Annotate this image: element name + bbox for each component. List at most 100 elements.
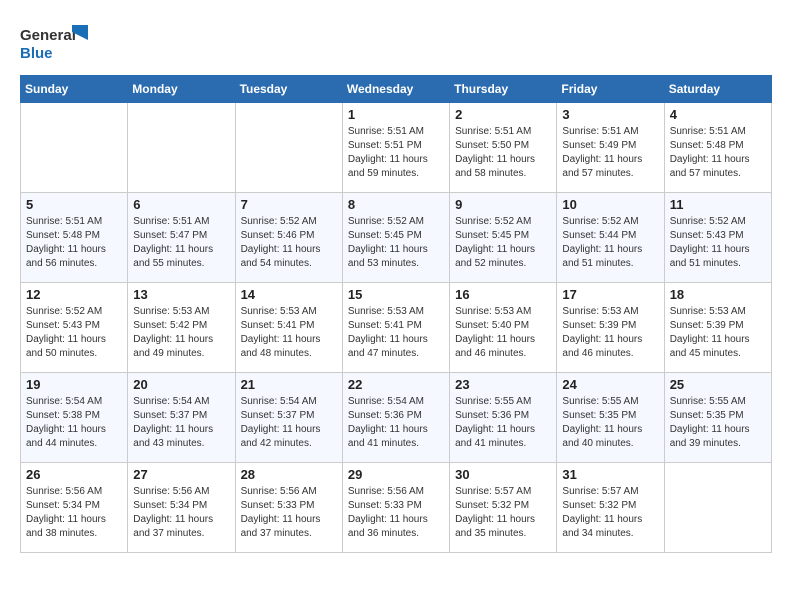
calendar-cell (664, 463, 771, 553)
day-info: Sunrise: 5:51 AM Sunset: 5:48 PM Dayligh… (26, 215, 122, 271)
day-info: Sunrise: 5:51 AM Sunset: 5:51 PM Dayligh… (348, 125, 444, 181)
day-number: 19 (26, 377, 122, 392)
day-info: Sunrise: 5:56 AM Sunset: 5:33 PM Dayligh… (241, 485, 337, 541)
day-info: Sunrise: 5:53 AM Sunset: 5:41 PM Dayligh… (241, 305, 337, 361)
calendar-cell: 11 Sunrise: 5:52 AM Sunset: 5:43 PM Dayli… (664, 193, 771, 283)
day-info: Sunrise: 5:51 AM Sunset: 5:47 PM Dayligh… (133, 215, 229, 271)
calendar-cell: 2Sunrise: 5:51 AM Sunset: 5:50 PM Daylig… (450, 103, 557, 193)
calendar-cell: 27Sunrise: 5:56 AM Sunset: 5:34 PM Dayli… (128, 463, 235, 553)
day-number: 8 (348, 197, 444, 212)
day-info: Sunrise: 5:51 AM Sunset: 5:48 PM Dayligh… (670, 125, 766, 181)
day-number: 26 (26, 467, 122, 482)
day-number: 9 (455, 197, 551, 212)
day-info: Sunrise: 5:56 AM Sunset: 5:33 PM Dayligh… (348, 485, 444, 541)
day-info: Sunrise: 5:52 AM Sunset: 5:43 PM Dayligh… (670, 215, 766, 271)
day-info: Sunrise: 5:54 AM Sunset: 5:37 PM Dayligh… (133, 395, 229, 451)
day-number: 15 (348, 287, 444, 302)
day-number: 13 (133, 287, 229, 302)
day-info: Sunrise: 5:57 AM Sunset: 5:32 PM Dayligh… (455, 485, 551, 541)
calendar-cell: 29 Sunrise: 5:56 AM Sunset: 5:33 PM Dayli… (342, 463, 449, 553)
day-info: Sunrise: 5:53 AM Sunset: 5:39 PM Dayligh… (670, 305, 766, 361)
day-info: Sunrise: 5:53 AM Sunset: 5:41 PM Dayligh… (348, 305, 444, 361)
calendar-cell: 12 Sunrise: 5:52 AM Sunset: 5:43 PM Dayli… (21, 283, 128, 373)
logo-svg: GeneralBlue (20, 20, 90, 65)
day-number: 7 (241, 197, 337, 212)
svg-text:Blue: Blue (20, 45, 53, 62)
day-number: 20 (133, 377, 229, 392)
calendar-cell: 22 Sunrise: 5:54 AM Sunset: 5:36 PM Dayli… (342, 373, 449, 463)
calendar-cell: 16 Sunrise: 5:53 AM Sunset: 5:40 PM Dayli… (450, 283, 557, 373)
calendar-cell: 20 Sunrise: 5:54 AM Sunset: 5:37 PM Dayli… (128, 373, 235, 463)
col-header-thursday: Thursday (450, 76, 557, 103)
col-header-wednesday: Wednesday (342, 76, 449, 103)
calendar-cell: 3Sunrise: 5:51 AM Sunset: 5:49 PM Daylig… (557, 103, 664, 193)
calendar-cell: 13 Sunrise: 5:53 AM Sunset: 5:42 PM Dayli… (128, 283, 235, 373)
calendar-cell: 15 Sunrise: 5:53 AM Sunset: 5:41 PM Dayli… (342, 283, 449, 373)
day-number: 31 (562, 467, 658, 482)
day-number: 25 (670, 377, 766, 392)
day-info: Sunrise: 5:53 AM Sunset: 5:40 PM Dayligh… (455, 305, 551, 361)
day-info: Sunrise: 5:54 AM Sunset: 5:38 PM Dayligh… (26, 395, 122, 451)
col-header-friday: Friday (557, 76, 664, 103)
day-info: Sunrise: 5:52 AM Sunset: 5:46 PM Dayligh… (241, 215, 337, 271)
calendar-cell: 7 Sunrise: 5:52 AM Sunset: 5:46 PM Daylig… (235, 193, 342, 283)
calendar-cell: 21Sunrise: 5:54 AM Sunset: 5:37 PM Dayli… (235, 373, 342, 463)
calendar-cell: 23 Sunrise: 5:55 AM Sunset: 5:36 PM Dayli… (450, 373, 557, 463)
day-info: Sunrise: 5:55 AM Sunset: 5:35 PM Dayligh… (670, 395, 766, 451)
day-number: 1 (348, 107, 444, 122)
calendar-cell: 4Sunrise: 5:51 AM Sunset: 5:48 PM Daylig… (664, 103, 771, 193)
day-number: 21 (241, 377, 337, 392)
day-info: Sunrise: 5:51 AM Sunset: 5:50 PM Dayligh… (455, 125, 551, 181)
day-number: 28 (241, 467, 337, 482)
day-info: Sunrise: 5:52 AM Sunset: 5:43 PM Dayligh… (26, 305, 122, 361)
day-info: Sunrise: 5:54 AM Sunset: 5:36 PM Dayligh… (348, 395, 444, 451)
day-number: 16 (455, 287, 551, 302)
col-header-monday: Monday (128, 76, 235, 103)
calendar-cell (21, 103, 128, 193)
day-info: Sunrise: 5:52 AM Sunset: 5:44 PM Dayligh… (562, 215, 658, 271)
calendar-cell: 19 Sunrise: 5:54 AM Sunset: 5:38 PM Dayli… (21, 373, 128, 463)
calendar-cell (235, 103, 342, 193)
calendar-cell: 9 Sunrise: 5:52 AM Sunset: 5:45 PM Daylig… (450, 193, 557, 283)
day-number: 29 (348, 467, 444, 482)
calendar-cell: 26 Sunrise: 5:56 AM Sunset: 5:34 PM Dayli… (21, 463, 128, 553)
day-number: 17 (562, 287, 658, 302)
calendar-cell: 28 Sunrise: 5:56 AM Sunset: 5:33 PM Dayli… (235, 463, 342, 553)
calendar-table: SundayMondayTuesdayWednesdayThursdayFrid… (20, 75, 772, 553)
day-number: 10 (562, 197, 658, 212)
day-number: 18 (670, 287, 766, 302)
day-number: 22 (348, 377, 444, 392)
col-header-sunday: Sunday (21, 76, 128, 103)
day-number: 30 (455, 467, 551, 482)
day-info: Sunrise: 5:55 AM Sunset: 5:35 PM Dayligh… (562, 395, 658, 451)
page-header: GeneralBlue (20, 20, 772, 65)
calendar-cell: 25 Sunrise: 5:55 AM Sunset: 5:35 PM Dayli… (664, 373, 771, 463)
calendar-cell: 24 Sunrise: 5:55 AM Sunset: 5:35 PM Dayli… (557, 373, 664, 463)
day-info: Sunrise: 5:56 AM Sunset: 5:34 PM Dayligh… (26, 485, 122, 541)
calendar-cell: 10 Sunrise: 5:52 AM Sunset: 5:44 PM Dayli… (557, 193, 664, 283)
svg-text:General: General (20, 27, 76, 44)
calendar-cell: 31 Sunrise: 5:57 AM Sunset: 5:32 PM Dayli… (557, 463, 664, 553)
day-number: 11 (670, 197, 766, 212)
calendar-cell: 18 Sunrise: 5:53 AM Sunset: 5:39 PM Dayli… (664, 283, 771, 373)
day-info: Sunrise: 5:55 AM Sunset: 5:36 PM Dayligh… (455, 395, 551, 451)
day-info: Sunrise: 5:53 AM Sunset: 5:42 PM Dayligh… (133, 305, 229, 361)
day-number: 24 (562, 377, 658, 392)
calendar-cell (128, 103, 235, 193)
day-number: 14 (241, 287, 337, 302)
calendar-cell: 30 Sunrise: 5:57 AM Sunset: 5:32 PM Dayli… (450, 463, 557, 553)
day-number: 12 (26, 287, 122, 302)
calendar-cell: 5Sunrise: 5:51 AM Sunset: 5:48 PM Daylig… (21, 193, 128, 283)
day-info: Sunrise: 5:57 AM Sunset: 5:32 PM Dayligh… (562, 485, 658, 541)
col-header-tuesday: Tuesday (235, 76, 342, 103)
calendar-cell: 1 Sunrise: 5:51 AM Sunset: 5:51 PM Daylig… (342, 103, 449, 193)
day-info: Sunrise: 5:52 AM Sunset: 5:45 PM Dayligh… (455, 215, 551, 271)
day-info: Sunrise: 5:52 AM Sunset: 5:45 PM Dayligh… (348, 215, 444, 271)
col-header-saturday: Saturday (664, 76, 771, 103)
calendar-cell: 6 Sunrise: 5:51 AM Sunset: 5:47 PM Daylig… (128, 193, 235, 283)
day-info: Sunrise: 5:51 AM Sunset: 5:49 PM Dayligh… (562, 125, 658, 181)
day-number: 6 (133, 197, 229, 212)
calendar-cell: 14 Sunrise: 5:53 AM Sunset: 5:41 PM Dayli… (235, 283, 342, 373)
logo: GeneralBlue (20, 20, 90, 65)
day-number: 23 (455, 377, 551, 392)
